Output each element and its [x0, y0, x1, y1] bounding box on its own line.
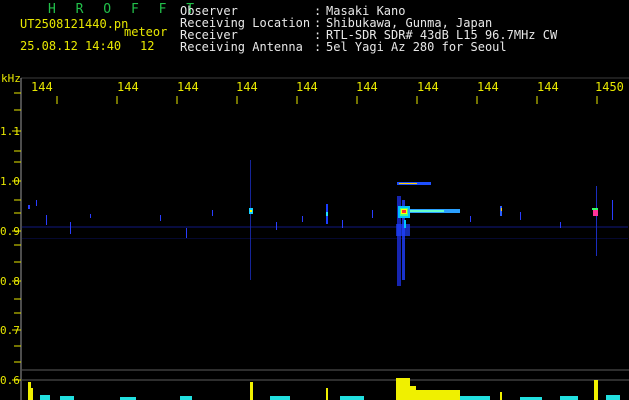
- spectrogram-canvas: [12, 77, 629, 400]
